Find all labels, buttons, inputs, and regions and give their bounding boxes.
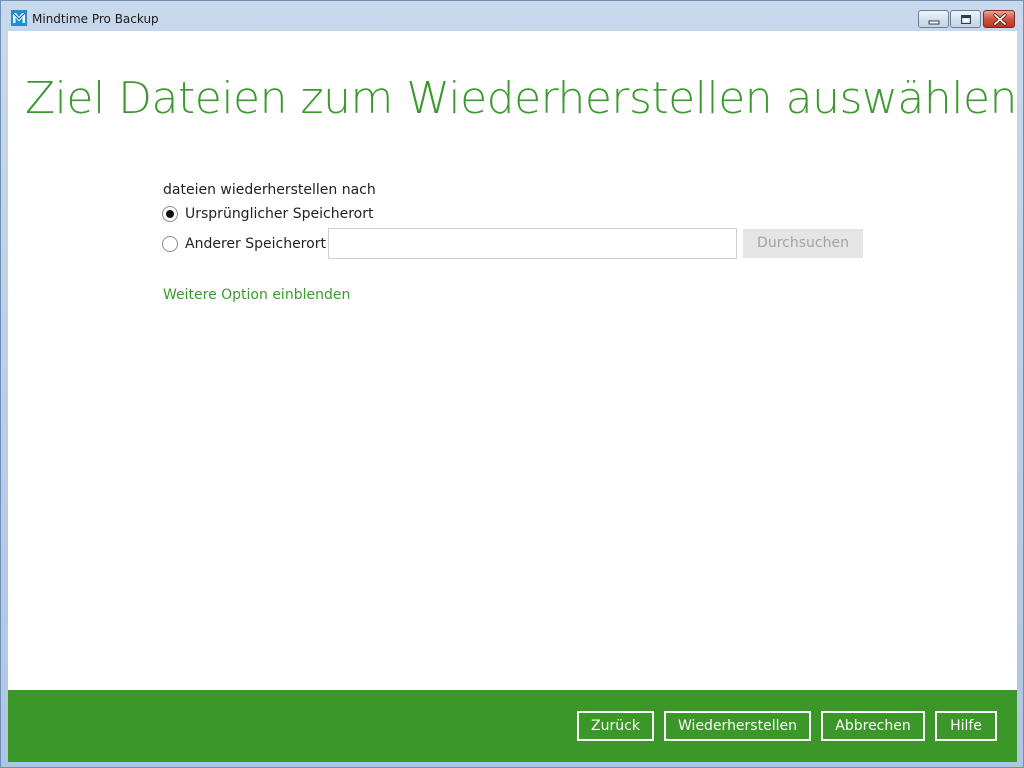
browse-button[interactable]: Durchsuchen (743, 229, 863, 258)
wizard-footer: Zurück Wiederherstellen Abbrechen Hilfe (8, 690, 1017, 762)
restore-to-label: dateien wiederherstellen nach (163, 182, 376, 198)
mindtime-logo-icon (11, 10, 27, 26)
close-button[interactable] (983, 10, 1015, 28)
minimize-icon (928, 20, 940, 25)
radio-button-unselected[interactable] (162, 236, 178, 252)
minimize-button[interactable] (918, 10, 949, 28)
restore-button[interactable]: Wiederherstellen (664, 711, 811, 741)
other-location-path-input[interactable] (328, 228, 737, 259)
radio-original-location-label: Ursprünglicher Speicherort (185, 206, 374, 222)
app-window: Mindtime Pro Backup Ziel Dateien zum Wie… (0, 0, 1024, 768)
back-button[interactable]: Zurück (577, 711, 654, 741)
maximize-icon (961, 15, 971, 24)
radio-button-selected[interactable] (162, 206, 178, 222)
show-more-options-link[interactable]: Weitere Option einblenden (163, 286, 350, 304)
radio-original-location[interactable]: Ursprünglicher Speicherort (162, 204, 373, 224)
window-title: Mindtime Pro Backup (32, 12, 159, 26)
title-bar[interactable]: Mindtime Pro Backup (1, 1, 1023, 31)
page-title: Ziel Dateien zum Wiederherstellen auswäh… (25, 73, 1017, 124)
close-icon (993, 13, 1007, 26)
maximize-button[interactable] (950, 10, 981, 28)
radio-other-location[interactable]: Anderer Speicherort (162, 234, 326, 254)
cancel-button[interactable]: Abbrechen (821, 711, 925, 741)
help-button[interactable]: Hilfe (935, 711, 997, 741)
radio-other-location-label: Anderer Speicherort (185, 236, 326, 252)
wizard-content: Ziel Dateien zum Wiederherstellen auswäh… (8, 31, 1017, 762)
